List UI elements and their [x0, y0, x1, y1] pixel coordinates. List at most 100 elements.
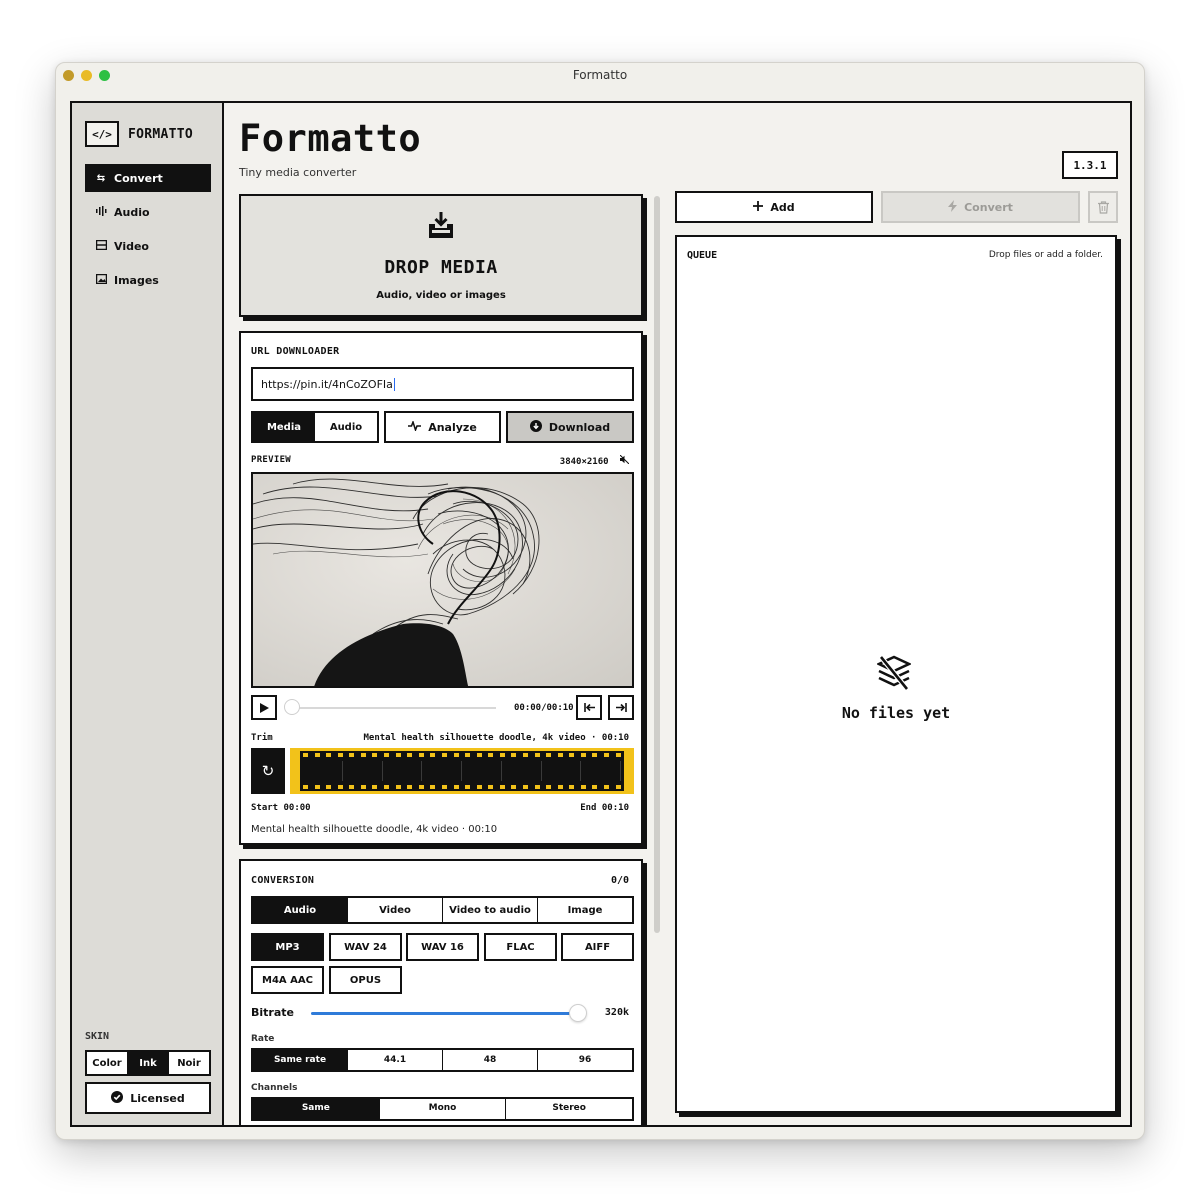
tab-video[interactable]: Video — [347, 898, 442, 922]
text-caret — [393, 377, 395, 391]
tab-video-to-audio[interactable]: Video to audio — [442, 898, 537, 922]
trim-end-label: End 00:10 — [580, 803, 629, 813]
muted-speaker-icon[interactable] — [619, 454, 630, 467]
bitrate-label: Bitrate — [251, 1006, 294, 1019]
refresh-icon: ↻ — [261, 762, 275, 780]
title-bar: Formatto — [56, 63, 1144, 89]
download-label: Download — [548, 420, 611, 434]
playback-scrubber[interactable] — [286, 707, 496, 709]
video-preview[interactable] — [251, 472, 634, 688]
filmstrip-trimmer[interactable] — [290, 748, 634, 794]
sidebar-item-label: Images — [114, 273, 159, 287]
brand: </> FORMATTO — [85, 121, 193, 147]
url-input[interactable]: https://pin.it/4nCoZOFIa — [251, 367, 634, 401]
conversion-tabs: Audio Video Video to audio Image — [251, 896, 634, 924]
set-start-button[interactable] — [576, 695, 602, 720]
plus-icon — [753, 200, 764, 214]
trim-handle-start[interactable] — [290, 748, 300, 794]
film-perforations-top — [303, 753, 621, 757]
code-brackets-icon: </> — [85, 121, 119, 147]
trim-meta: Mental health silhouette doodle, 4k vide… — [363, 733, 629, 743]
queue-panel[interactable]: QUEUE Drop files or add a folder. No fil… — [675, 235, 1117, 1113]
version-badge: 1.3.1 — [1062, 151, 1118, 179]
format-aiff[interactable]: AIFF — [561, 933, 634, 961]
tab-audio[interactable]: Audio — [253, 898, 347, 922]
skin-option-noir[interactable]: Noir — [168, 1052, 209, 1074]
resolution-value: 3840×2160 — [559, 457, 609, 467]
play-icon — [259, 702, 269, 713]
rate-44-1[interactable]: 44.1 — [347, 1050, 442, 1070]
skin-selector: Color Ink Noir — [85, 1050, 211, 1076]
reset-trim-button[interactable]: ↻ — [251, 748, 285, 794]
analyze-button[interactable]: Analyze — [384, 411, 501, 443]
app-frame: </> FORMATTO ⇆ Convert Audio Video Image… — [70, 101, 1132, 1127]
rate-label: Rate — [251, 1034, 275, 1044]
channel-mono[interactable]: Mono — [378, 1099, 506, 1119]
jump-end-icon — [615, 703, 627, 712]
mode-audio[interactable]: Audio — [315, 413, 377, 441]
film-perforations-bottom — [303, 785, 621, 789]
tab-image[interactable]: Image — [537, 898, 632, 922]
sidebar-item-video[interactable]: Video — [85, 232, 211, 260]
sample-rate-selector: Same rate 44.1 48 96 — [251, 1048, 634, 1072]
set-end-button[interactable] — [608, 695, 634, 720]
clear-queue-button[interactable] — [1088, 191, 1118, 223]
channel-same[interactable]: Same — [253, 1099, 379, 1119]
format-mp3[interactable]: MP3 — [251, 933, 324, 961]
licensed-button[interactable]: Licensed — [85, 1082, 211, 1114]
download-button[interactable]: Download — [506, 411, 634, 443]
channel-stereo[interactable]: Stereo — [505, 1099, 632, 1119]
check-badge-icon — [111, 1090, 124, 1106]
playback-scrubber-knob[interactable] — [284, 699, 300, 715]
format-opus[interactable]: OPUS — [329, 966, 402, 994]
add-button[interactable]: Add — [675, 191, 873, 223]
sidebar-item-audio[interactable]: Audio — [85, 198, 211, 226]
rate-96[interactable]: 96 — [537, 1050, 632, 1070]
sidebar-item-label: Audio — [114, 205, 150, 219]
trim-label: Trim — [251, 733, 273, 743]
left-column-scrollbar[interactable] — [654, 196, 660, 933]
app-window: Formatto </> FORMATTO ⇆ Convert Audio Vi… — [55, 62, 1145, 1140]
tray-download-icon — [241, 210, 641, 244]
window-title: Formatto — [572, 68, 628, 82]
bitrate-value: 320k — [604, 1007, 629, 1018]
bitrate-slider-knob[interactable] — [569, 1004, 587, 1022]
analyze-label: Analyze — [428, 420, 477, 434]
conversion-count: 0/0 — [610, 875, 629, 886]
format-wav24[interactable]: WAV 24 — [329, 933, 402, 961]
format-m4a-aac[interactable]: M4A AAC — [251, 966, 324, 994]
trim-handle-end[interactable] — [624, 748, 634, 794]
layers-off-icon — [875, 655, 913, 695]
bitrate-slider[interactable] — [311, 1012, 579, 1015]
sidebar-item-images[interactable]: Images — [85, 266, 211, 294]
brand-name: FORMATTO — [128, 126, 194, 142]
film-frames — [303, 761, 621, 781]
download-circle-icon — [529, 419, 542, 435]
url-input-value: https://pin.it/4nCoZOFIa — [261, 377, 393, 391]
rate-48[interactable]: 48 — [442, 1050, 537, 1070]
play-button[interactable] — [251, 695, 277, 720]
drop-zone[interactable]: DROP MEDIA Audio, video or images — [239, 194, 643, 317]
sidebar: </> FORMATTO ⇆ Convert Audio Video Image… — [72, 103, 224, 1125]
channels-selector: Same Mono Stereo — [251, 1097, 634, 1121]
format-flac[interactable]: FLAC — [484, 933, 557, 961]
pulse-icon — [408, 419, 422, 434]
add-label: Add — [770, 200, 795, 214]
sidebar-item-convert[interactable]: ⇆ Convert — [85, 164, 211, 192]
skin-option-color[interactable]: Color — [87, 1052, 127, 1074]
format-wav16[interactable]: WAV 16 — [406, 933, 479, 961]
convert-button[interactable]: Convert — [881, 191, 1080, 223]
drop-heading: DROP MEDIA — [384, 257, 498, 278]
waveform-icon — [95, 205, 107, 219]
film-icon — [95, 239, 107, 253]
queue-label: QUEUE — [687, 250, 718, 261]
skin-option-ink[interactable]: Ink — [127, 1052, 168, 1074]
swap-icon: ⇆ — [96, 172, 106, 184]
mode-media[interactable]: Media — [253, 413, 315, 441]
silhouette-image — [253, 474, 632, 686]
licensed-label: Licensed — [130, 1091, 185, 1105]
jump-start-icon — [583, 703, 595, 712]
page-title: Formatto — [239, 117, 422, 160]
sidebar-item-label: Convert — [114, 171, 163, 185]
rate-same[interactable]: Same rate — [253, 1050, 347, 1070]
